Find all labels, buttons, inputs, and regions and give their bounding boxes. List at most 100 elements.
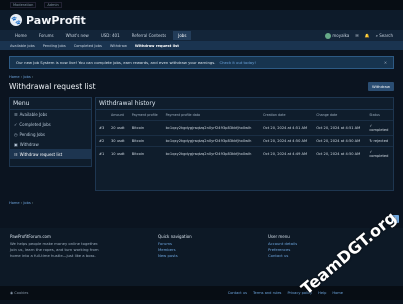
row-amount: 30 usdt: [108, 135, 129, 147]
status-text: completed: [369, 128, 389, 132]
menu-item-label: Withdraw request list: [19, 151, 63, 157]
menu-item-label: Pending Jobs: [19, 131, 46, 137]
footer-quick-nav: Quick navigation Forums Members New post…: [158, 234, 238, 259]
nav-home[interactable]: Home: [10, 31, 32, 40]
side-menu: Menu ☰ Available Jobs ✓ Completed Jobs ◷ Pe…: [9, 97, 92, 167]
menu-item-withdraw[interactable]: ▣ Withdraw: [10, 139, 91, 149]
search-icon: ⌕: [375, 33, 378, 38]
staff-bar: Moderation Admin: [0, 0, 403, 10]
panel-title: Withdrawal history: [96, 98, 393, 110]
menu-item-pending-jobs[interactable]: ◷ Pending Jobs: [10, 130, 91, 140]
col-creation-date: Creation date: [263, 113, 286, 117]
list-icon: ☷: [14, 151, 18, 157]
bottom-link-contact[interactable]: Contact us: [228, 291, 247, 295]
subnav-pending-jobs[interactable]: Pending Jobs: [43, 44, 66, 48]
nav-usd[interactable]: USD: 401: [96, 31, 125, 40]
page-title: Withdrawal request list: [9, 82, 96, 91]
footer-about: PawProfitForum.com We helps people make …: [10, 234, 102, 259]
row-profile-data: bc1qxy2kgdygjrsqtzq2n0yrf2493p83kkfjhx0w…: [162, 135, 261, 147]
moderation-link[interactable]: Moderation: [10, 2, 37, 8]
bottom-bar: ◉ Cookies Contact us Terms and rules Pri…: [0, 286, 403, 300]
table-row: #3 20 usdt Bitcoin bc1qxy2kgdygjrsqtzq2n…: [96, 120, 393, 136]
row-id: #1: [96, 146, 109, 161]
inbox-icon[interactable]: ✉: [355, 33, 358, 38]
nav-whats-new[interactable]: What's new: [61, 31, 94, 40]
nav-jobs[interactable]: Jobs: [173, 31, 192, 40]
row-status: ✓ completed: [366, 146, 393, 161]
row-id: #2: [96, 135, 109, 147]
col-amount: Amount: [111, 113, 124, 117]
notice-link[interactable]: Check it out today!: [219, 60, 255, 65]
row-profile: Bitcoin: [128, 146, 163, 161]
row-changed: Oct 20, 2024 at 4:51 AM: [313, 120, 367, 136]
bottom-link-terms[interactable]: Terms and rules: [253, 291, 281, 295]
breadcrumb-jobs[interactable]: Jobs: [23, 201, 30, 205]
status-text: rejected: [373, 139, 389, 143]
row-amount: 20 usdt: [108, 120, 129, 136]
subnav-completed-jobs[interactable]: Completed Jobs: [74, 44, 102, 48]
withdraw-button[interactable]: Withdraw: [367, 82, 394, 91]
nav-referral-contests[interactable]: Referral Contests: [127, 31, 172, 40]
user-menu[interactable]: moyalka: [325, 32, 350, 39]
row-changed: Oct 20, 2024 at 4:50 AM: [313, 135, 367, 147]
menu-item-label: Withdraw: [19, 141, 39, 147]
row-profile: Bitcoin: [128, 120, 163, 136]
table-row: #1 10 usdt Bitcoin bc1qxy2kgdygjrsqtzq2n…: [96, 146, 393, 161]
breadcrumb-jobs[interactable]: Jobs: [23, 75, 30, 79]
list-icon: ☰: [14, 112, 18, 118]
menu-item-completed-jobs[interactable]: ✓ Completed Jobs: [10, 120, 91, 130]
menu-item-label: Completed Jobs: [19, 122, 51, 128]
row-id: #3: [96, 120, 109, 136]
footer-link-new-posts[interactable]: New posts: [158, 253, 238, 259]
paw-logo-icon[interactable]: 🐾: [10, 14, 22, 26]
footer-quick-title: Quick navigation: [158, 234, 192, 239]
notice-text: Our new Job System is now live! You can …: [16, 60, 216, 65]
row-created: Oct 20, 2024 at 4:51 AM: [260, 120, 314, 136]
row-created: Oct 20, 2024 at 4:50 AM: [260, 135, 314, 147]
search-button[interactable]: ⌕ Search: [376, 33, 393, 38]
breadcrumb: Home › Jobs ›: [9, 75, 34, 79]
cookies-link[interactable]: ◉ Cookies: [10, 291, 28, 295]
announcement-notice: Our new Job System is now live! You can …: [9, 56, 394, 69]
col-id: [96, 110, 108, 121]
withdrawal-history-panel: Withdrawal history Amount Payment profil…: [95, 97, 394, 191]
footer-about-text: We helps people make money online togeth…: [10, 241, 99, 258]
jobs-subnav: Available jobs Pending Jobs Completed Jo…: [0, 41, 403, 50]
col-payment-profile: Payment profile: [131, 113, 158, 117]
rejected-icon: ↻: [369, 139, 373, 143]
col-status: Status: [369, 113, 380, 117]
col-payment-profile-data: Payment profile data: [165, 113, 201, 117]
table-header-row: Amount Payment profile Payment profile d…: [96, 110, 393, 121]
cookie-icon: ◉: [10, 291, 14, 295]
breadcrumb-home[interactable]: Home: [9, 75, 20, 79]
wallet-icon: ▣: [14, 141, 18, 147]
admin-link[interactable]: Admin: [44, 2, 62, 8]
table-row: #2 30 usdt Bitcoin bc1qxy2kgdygjrsqtzq2n…: [96, 135, 393, 147]
bottom-link-home[interactable]: Home: [332, 291, 343, 295]
alerts-icon[interactable]: 🔔: [365, 33, 370, 38]
subnav-withdraw[interactable]: Withdraw: [110, 44, 127, 48]
close-icon[interactable]: ✕: [384, 60, 387, 65]
withdrawal-table: Amount Payment profile Payment profile d…: [96, 110, 393, 161]
avatar: [325, 32, 332, 39]
search-label: Search: [379, 33, 393, 38]
site-header: 🐾 PawProfit: [0, 10, 403, 30]
col-change-date: Change date: [316, 113, 338, 117]
main-nav: Home Forums What's new USD: 401 Referral…: [0, 30, 403, 41]
nav-forums[interactable]: Forums: [34, 31, 59, 40]
footer-user-title: User menu: [268, 234, 290, 239]
menu-item-withdraw-request-list[interactable]: ☷ Withdraw request list: [10, 149, 91, 159]
breadcrumb-bottom: Home › Jobs ›: [9, 201, 34, 205]
status-text: completed: [369, 154, 389, 158]
row-amount: 10 usdt: [108, 146, 129, 161]
breadcrumb-home[interactable]: Home: [9, 201, 20, 205]
withdraw-button-label: Withdraw: [371, 84, 390, 89]
username: moyalka: [332, 32, 350, 38]
menu-item-available-jobs[interactable]: ☰ Available Jobs: [10, 110, 91, 120]
site-logo-text[interactable]: PawProfit: [26, 14, 86, 27]
cookies-label: Cookies: [14, 291, 29, 295]
row-status: ✓ completed: [366, 120, 393, 136]
subnav-withdraw-request-list[interactable]: Withdraw request list: [135, 44, 179, 48]
subnav-available-jobs[interactable]: Available jobs: [10, 44, 35, 48]
row-profile-data: bc1qxy2kgdygjrsqtzq2n0yrf2493p83kkfjhx0w…: [162, 120, 261, 136]
